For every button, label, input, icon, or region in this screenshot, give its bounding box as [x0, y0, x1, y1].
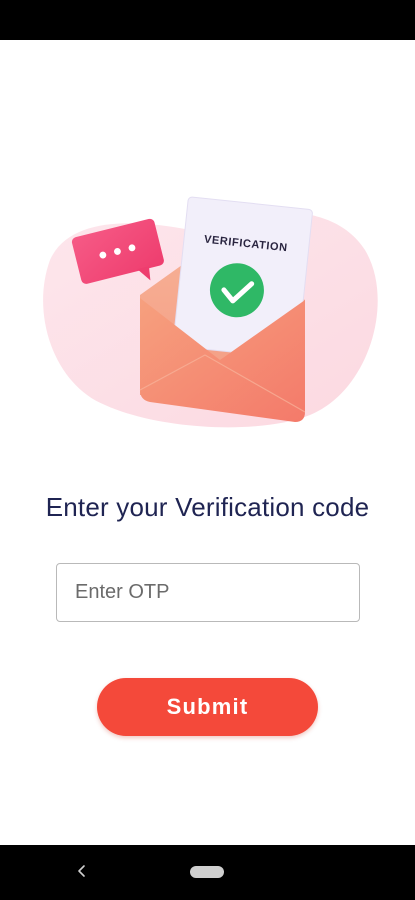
otp-input[interactable]: [56, 563, 360, 622]
submit-button[interactable]: Submit: [97, 678, 318, 736]
chevron-left-icon[interactable]: [70, 859, 94, 883]
home-pill-icon[interactable]: [190, 866, 224, 878]
status-bar: [0, 0, 415, 40]
navigation-bar: [0, 845, 415, 900]
verification-illustration: VERIFICATION: [30, 190, 385, 440]
page-title: Enter your Verification code: [45, 492, 370, 522]
